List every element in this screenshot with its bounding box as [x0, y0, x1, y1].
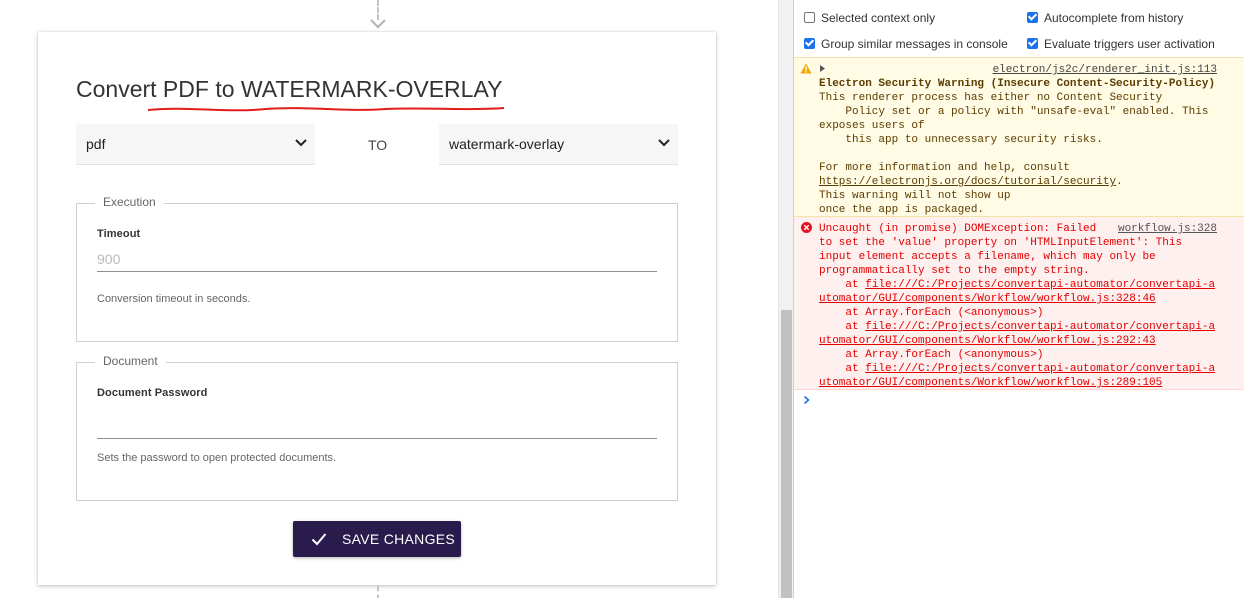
document-fieldset: Document Document Password Sets the pass… [76, 354, 678, 501]
flow-arrow-down-icon [370, 19, 386, 29]
stack-frame: at Array.forEach (<anonymous>) [819, 307, 1044, 319]
execution-legend: Execution [95, 195, 164, 209]
timeout-label: Timeout [97, 228, 141, 240]
evaluate-triggers-checkbox[interactable]: Evaluate triggers user activation [1027, 37, 1215, 51]
expand-triangle-icon[interactable] [820, 65, 825, 72]
timeout-input[interactable] [97, 246, 657, 272]
selected-context-only-label: Selected context only [821, 11, 936, 25]
warning-line: This renderer process has either no Cont… [819, 92, 1163, 104]
document-password-help: Sets the password to open protected docu… [97, 452, 337, 464]
warning-line: once the app is packaged. [819, 204, 985, 216]
from-format-value: pdf [86, 136, 106, 152]
error-source-link[interactable]: workflow.js:328 [1118, 222, 1217, 236]
execution-fieldset: Execution Timeout Conversion timeout in … [76, 195, 678, 342]
error-line: input element accepts a filename, which … [819, 251, 1156, 263]
warning-link-suffix: . [1116, 176, 1123, 188]
selected-context-only-checkbox[interactable]: Selected context only [804, 11, 935, 25]
console-error-message: workflow.js:328 Uncaught (in promise) DO… [794, 217, 1244, 390]
warning-line: Policy set or a policy with "unsafe-eval… [819, 106, 1209, 118]
stack-frame-continuation: utomator/GUI/components/Workflow/workflo… [819, 334, 1156, 348]
console-warning-message: electron/js2c/renderer_init.js:113 Elect… [794, 57, 1244, 217]
flow-connector-top [377, 0, 379, 20]
evaluate-triggers-label: Evaluate triggers user activation [1044, 37, 1215, 51]
security-docs-link[interactable]: https://electronjs.org/docs/tutorial/sec… [819, 176, 1116, 188]
warning-line: This warning will not show up [819, 190, 1011, 202]
stack-frame-link[interactable]: file:///C:/Projects/convertapi-automator… [865, 321, 1215, 333]
warning-link-line: https://electronjs.org/docs/tutorial/sec… [819, 175, 1123, 189]
error-first-line: Uncaught (in promise) DOMException: Fail… [819, 223, 1097, 235]
chevron-down-icon [658, 139, 670, 147]
to-format-select[interactable]: watermark-overlay [439, 124, 678, 165]
error-icon [801, 222, 812, 233]
checkbox-checked-icon [804, 38, 815, 49]
stack-frame-link[interactable]: utomator/GUI/components/Workflow/workflo… [819, 335, 1156, 347]
stack-prefix: at [819, 279, 866, 291]
stack-frame: at file:///C:/Projects/convertapi-automa… [819, 278, 1215, 292]
document-legend: Document [95, 354, 166, 368]
stack-frame-continuation: utomator/GUI/components/Workflow/workflo… [819, 376, 1162, 390]
stack-prefix: at [819, 363, 866, 375]
warning-line: For more information and help, consult [819, 162, 1070, 174]
stack-frame: at Array.forEach (<anonymous>) [819, 349, 1044, 361]
stack-frame-link[interactable]: file:///C:/Projects/convertapi-automator… [865, 363, 1215, 375]
stack-frame-link[interactable]: file:///C:/Projects/convertapi-automator… [865, 279, 1215, 291]
group-similar-checkbox[interactable]: Group similar messages in console [804, 37, 1008, 51]
stack-frame-link[interactable]: utomator/GUI/components/Workflow/workflo… [819, 293, 1156, 305]
save-changes-label: SAVE CHANGES [342, 531, 456, 547]
error-line: programmatically set to the empty string… [819, 265, 1090, 277]
devtools-console: Selected context only Autocomplete from … [793, 0, 1244, 598]
warning-icon [800, 63, 812, 74]
to-format-value: watermark-overlay [449, 136, 565, 152]
conversion-card: Convert PDF to WATERMARK-OVERLAY pdf TO … [38, 32, 716, 585]
check-icon [311, 533, 327, 546]
timeout-help: Conversion timeout in seconds. [97, 293, 251, 305]
stack-frame-link[interactable]: utomator/GUI/components/Workflow/workflo… [819, 377, 1162, 389]
card-title: Convert PDF to WATERMARK-OVERLAY [76, 76, 503, 102]
workflow-canvas: Convert PDF to WATERMARK-OVERLAY pdf TO … [0, 0, 778, 598]
console-prompt-chevron-icon[interactable] [803, 395, 811, 405]
save-changes-button[interactable]: SAVE CHANGES [293, 521, 461, 557]
stack-frame-continuation: utomator/GUI/components/Workflow/workflo… [819, 292, 1156, 306]
warning-title: Electron Security Warning (Insecure Cont… [819, 78, 1216, 90]
warning-line: exposes users of [819, 120, 925, 132]
error-line: to set the 'value' property on 'HTMLInpu… [819, 237, 1183, 249]
scrollbar-thumb[interactable] [781, 310, 792, 598]
autocomplete-from-history-checkbox[interactable]: Autocomplete from history [1027, 11, 1183, 25]
to-label: TO [368, 137, 388, 153]
stack-frame: at file:///C:/Projects/convertapi-automa… [819, 320, 1215, 334]
document-password-label: Document Password [97, 387, 208, 399]
checkbox-unchecked-icon [804, 12, 815, 23]
chevron-down-icon [295, 139, 307, 147]
stack-prefix: at [819, 321, 866, 333]
warning-line: this app to unnecessary security risks. [819, 134, 1103, 146]
flow-connector-bottom [377, 586, 379, 598]
document-password-input[interactable] [97, 413, 657, 439]
vertical-scrollbar[interactable] [778, 0, 793, 598]
red-underline-annotation [147, 107, 505, 112]
group-similar-label: Group similar messages in console [821, 37, 1008, 51]
from-format-select[interactable]: pdf [76, 124, 315, 165]
autocomplete-from-history-label: Autocomplete from history [1044, 11, 1184, 25]
stack-frame: at file:///C:/Projects/convertapi-automa… [819, 362, 1215, 376]
checkbox-checked-icon [1027, 12, 1038, 23]
checkbox-checked-icon [1027, 38, 1038, 49]
warning-source-link[interactable]: electron/js2c/renderer_init.js:113 [993, 63, 1217, 77]
